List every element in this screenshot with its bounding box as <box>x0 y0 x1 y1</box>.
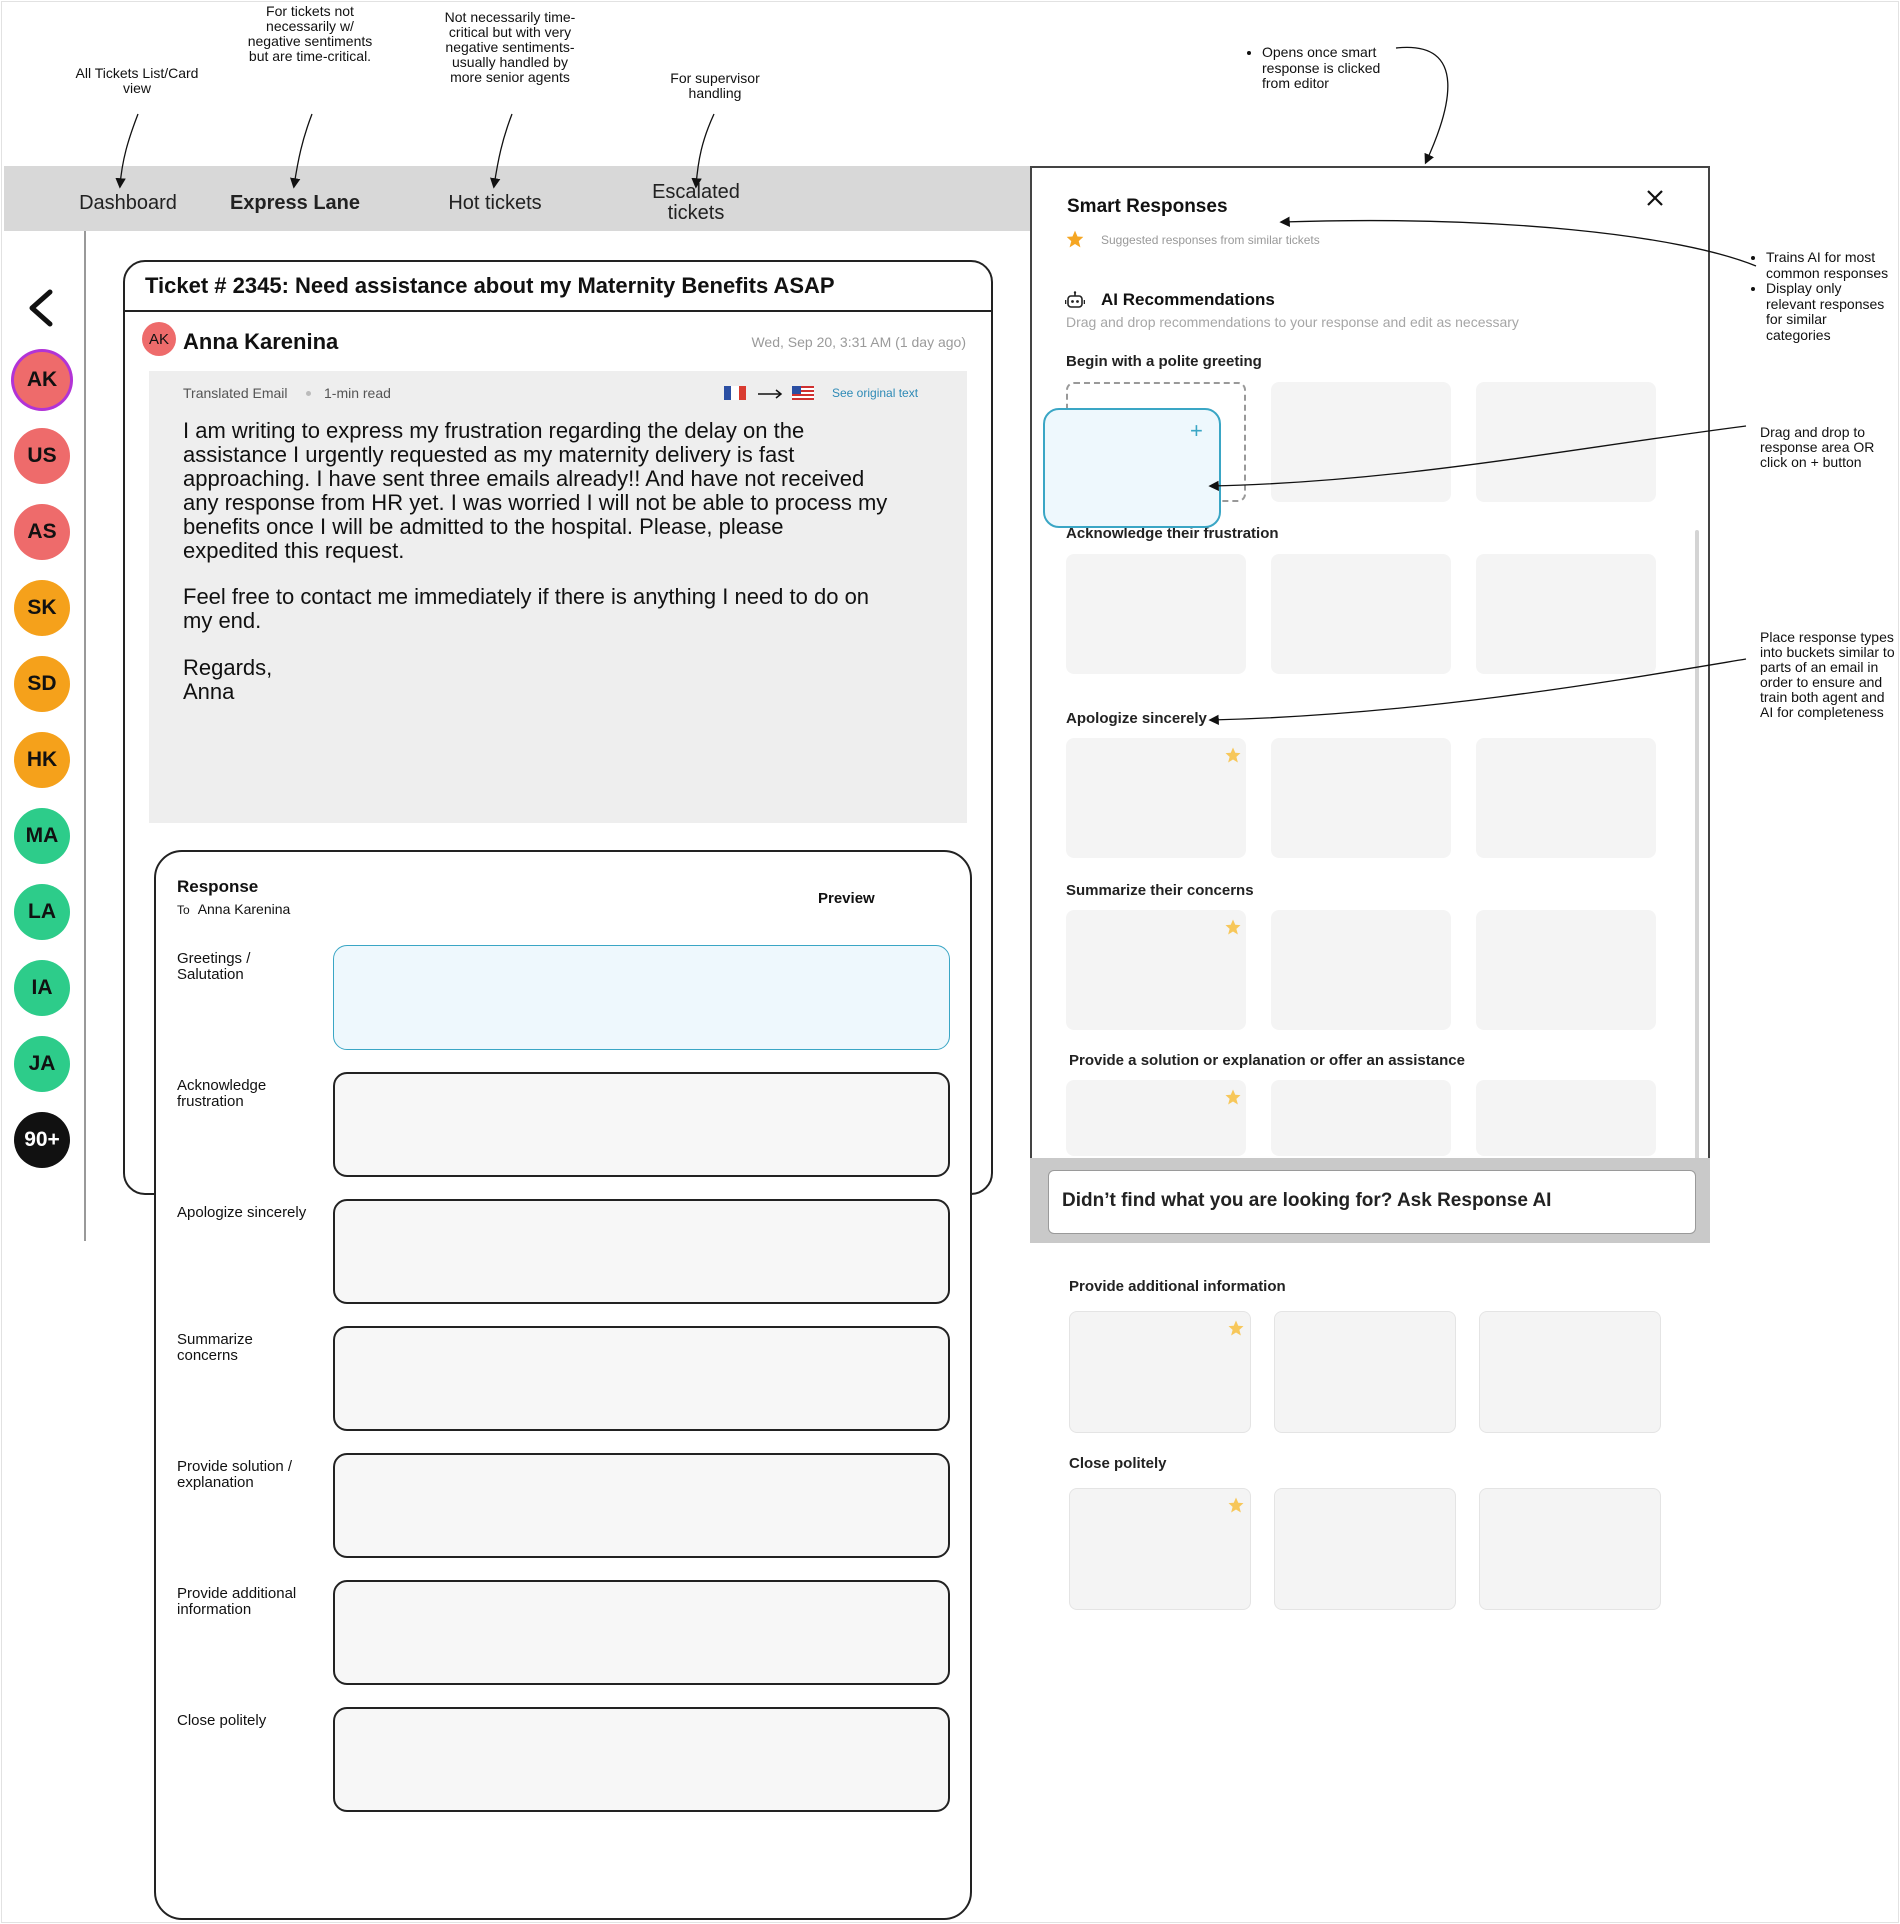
avatar-3[interactable]: SK <box>14 580 70 636</box>
star-icon <box>1225 1089 1241 1105</box>
recommendation-category: Summarize their concerns <box>1066 882 1254 899</box>
response-slot[interactable] <box>333 1199 950 1304</box>
add-plus-button[interactable]: + <box>1190 418 1203 444</box>
avatar-10[interactable]: 90+ <box>14 1112 70 1168</box>
read-time: 1-min read <box>324 385 391 401</box>
avatar-5[interactable]: HK <box>14 732 70 788</box>
annotation-hot: Not necessarily time-critical but with v… <box>444 9 576 85</box>
recommendation-card[interactable] <box>1274 1311 1456 1433</box>
response-title: Response <box>177 877 259 896</box>
slot-label: Summarize concerns <box>177 1331 253 1364</box>
recommendation-card[interactable] <box>1479 1488 1661 1610</box>
nav-hot-tickets[interactable]: Hot tickets <box>430 193 560 214</box>
smart-responses-title: Smart Responses <box>1067 196 1228 217</box>
robot-icon <box>1065 291 1085 308</box>
slot-label: Acknowledge frustration <box>177 1077 267 1110</box>
response-slot[interactable] <box>333 1453 950 1558</box>
response-recipient: To Anna Karenina <box>177 901 291 917</box>
recommendation-card[interactable] <box>1271 738 1451 858</box>
recommendation-card[interactable] <box>1479 1311 1661 1433</box>
scrollbar[interactable] <box>1695 530 1699 1160</box>
annotation-all-tickets: All Tickets List/Card view <box>75 65 199 96</box>
translate-arrow-icon <box>758 389 783 399</box>
us-flag-icon <box>792 386 814 400</box>
sender-avatar: AK <box>142 322 176 356</box>
email-paragraph-1: I am writing to express my frustration r… <box>183 418 888 563</box>
star-icon <box>1228 1320 1244 1336</box>
nav-escalated[interactable]: Escalated tickets <box>646 182 746 224</box>
avatar-2[interactable]: AS <box>14 504 70 560</box>
recommendation-card[interactable] <box>1476 738 1656 858</box>
recommendation-card[interactable] <box>1066 738 1246 858</box>
star-icon <box>1225 747 1241 763</box>
recommendation-card[interactable] <box>1476 382 1656 502</box>
suggested-subtitle: Suggested responses from similar tickets <box>1101 233 1320 247</box>
slot-label: Apologize sincerely <box>177 1204 307 1221</box>
recommendation-card[interactable] <box>1271 554 1451 674</box>
recommendation-category: Provide a solution or explanation or off… <box>1069 1052 1465 1069</box>
recommendation-card[interactable] <box>1271 1080 1451 1156</box>
recommendation-card[interactable] <box>1271 910 1451 1030</box>
annotation-opens: Opens once smart response is clicked fro… <box>1250 44 1390 92</box>
annotation-trains: Trains AI for most common responses Disp… <box>1754 249 1889 343</box>
avatar-8[interactable]: IA <box>14 960 70 1016</box>
recommendation-card[interactable] <box>1066 554 1246 674</box>
annotation-place: Place response types into buckets simila… <box>1760 629 1895 720</box>
response-slot[interactable] <box>333 1326 950 1431</box>
star-icon <box>1066 230 1084 248</box>
recommendation-card[interactable] <box>1274 1488 1456 1610</box>
recommendation-card[interactable] <box>1271 382 1451 502</box>
avatar-1[interactable]: US <box>14 428 70 484</box>
avatar-4[interactable]: SD <box>14 656 70 712</box>
preview-button[interactable]: Preview <box>818 890 875 907</box>
response-slot[interactable] <box>333 945 950 1050</box>
ask-response-ai-text: Didn’t find what you are looking for? As… <box>1062 1190 1552 1211</box>
ticket-title: Ticket # 2345: Need assistance about my … <box>145 273 835 298</box>
see-original-link[interactable]: See original text <box>832 386 918 400</box>
recommendation-card[interactable] <box>1069 1488 1251 1610</box>
nav-dashboard[interactable]: Dashboard <box>68 193 188 214</box>
response-slot[interactable] <box>333 1707 950 1812</box>
recommendation-card[interactable] <box>1476 910 1656 1030</box>
recommendation-card[interactable] <box>1066 1080 1246 1156</box>
ticket-divider <box>123 310 993 312</box>
annotation-express: For tickets not necessarily w/ negative … <box>247 3 373 64</box>
nav-express-lane[interactable]: Express Lane <box>225 193 365 214</box>
avatar-9[interactable]: JA <box>14 1036 70 1092</box>
star-icon <box>1225 919 1241 935</box>
recommendation-category: Begin with a polite greeting <box>1066 353 1262 370</box>
back-chevron-icon[interactable] <box>26 288 56 328</box>
ai-recommendations-title: AI Recommendations <box>1101 290 1275 309</box>
translated-label: Translated Email <box>183 385 288 401</box>
response-slot[interactable] <box>333 1580 950 1685</box>
recommendation-card[interactable] <box>1476 1080 1656 1156</box>
sender-name: Anna Karenina <box>183 329 339 354</box>
recommendation-card[interactable] <box>1069 1311 1251 1433</box>
annotation-drag: Drag and drop to response area OR click … <box>1760 424 1875 470</box>
close-icon[interactable] <box>1643 186 1667 210</box>
slot-label: Provide solution / explanation <box>177 1458 293 1491</box>
response-slot[interactable] <box>333 1072 950 1177</box>
star-icon <box>1228 1497 1244 1513</box>
separator-dot <box>306 391 311 396</box>
slot-label: Provide additional information <box>177 1585 297 1618</box>
ai-recommendations-subtitle: Drag and drop recommendations to your re… <box>1066 314 1519 330</box>
avatar-7[interactable]: LA <box>14 884 70 940</box>
avatar-0[interactable]: AK <box>14 352 70 408</box>
recommendation-category: Provide additional information <box>1069 1278 1286 1295</box>
recommendation-card[interactable] <box>1066 910 1246 1030</box>
email-paragraph-2: Feel free to contact me immediately if t… <box>183 584 870 633</box>
french-flag-icon <box>724 386 746 400</box>
recommendation-category: Apologize sincerely <box>1066 710 1207 727</box>
recommendation-category: Close politely <box>1069 1455 1167 1472</box>
email-paragraph-3: Regards, Anna <box>183 655 273 704</box>
recommendation-card[interactable] <box>1476 554 1656 674</box>
annotation-escalated: For supervisor handling <box>670 70 760 101</box>
slot-label: Close politely <box>177 1712 267 1729</box>
ticket-timestamp: Wed, Sep 20, 3:31 AM (1 day ago) <box>751 334 966 350</box>
slot-label: Greetings / Salutation <box>177 950 251 983</box>
avatar-6[interactable]: MA <box>14 808 70 864</box>
